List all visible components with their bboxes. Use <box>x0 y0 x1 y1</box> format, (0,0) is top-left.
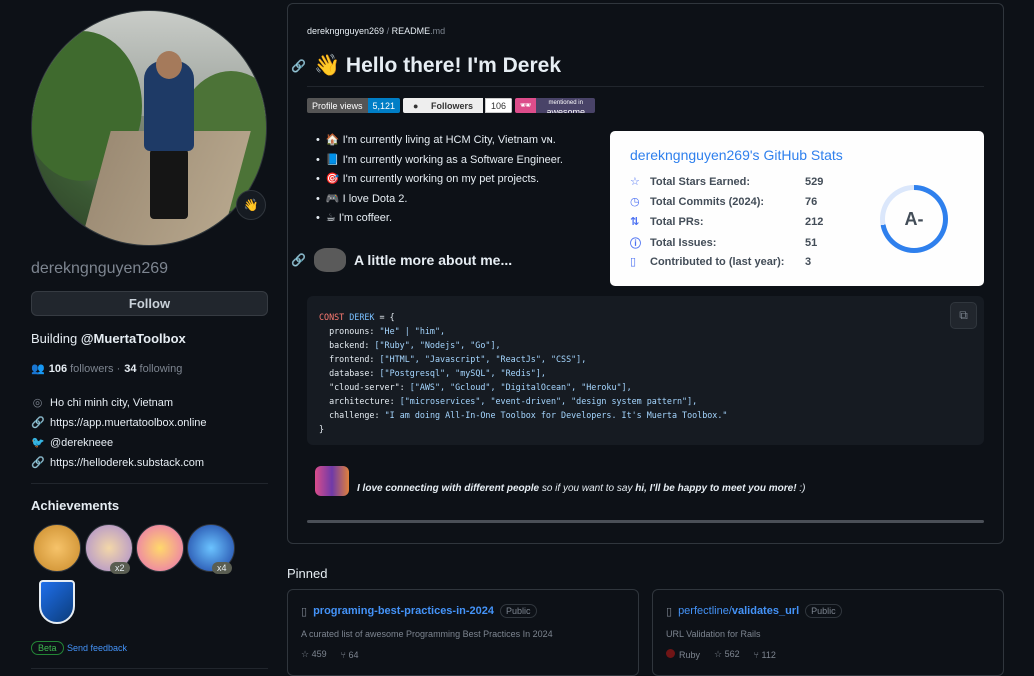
star-icon: ☆ <box>301 649 312 659</box>
send-feedback-link[interactable]: Send feedback <box>67 643 127 653</box>
heading-rule <box>307 86 984 87</box>
divider <box>31 668 268 669</box>
awesome-shield[interactable]: 🕶 mentioned in awesome <box>515 98 595 113</box>
stat-row: ▯ Contributed to (last year): 3 <box>630 255 812 269</box>
code-block: CONST DEREK = { pronouns: "He" | "him", … <box>307 296 984 445</box>
breadcrumb-owner[interactable]: derekngnguyen269 <box>307 26 384 36</box>
repo-link[interactable]: programing-best-practices-in-2024 <box>313 605 494 617</box>
blog-link[interactable]: 🔗 https://helloderek.substack.com <box>31 456 204 470</box>
visibility-badge: Public <box>500 604 537 618</box>
fork-icon: ⑂ <box>340 649 349 660</box>
horizontal-scrollbar[interactable] <box>307 520 984 523</box>
glasses-icon: 🕶 <box>515 98 537 113</box>
divider <box>31 483 268 484</box>
fork-icon: ⑂ <box>753 649 762 660</box>
pinned-title: Pinned <box>287 566 328 581</box>
following-link[interactable]: 34 following <box>124 363 182 375</box>
link-icon: 🔗 <box>31 417 45 429</box>
location-icon: ◎ <box>32 397 43 409</box>
achievement-count: x2 <box>110 562 130 574</box>
star-icon: ☆ <box>630 176 640 188</box>
pinned-repo-card: ▯ programing-best-practices-in-2024 Public… <box>287 589 639 676</box>
readme-heading: 🔗 👋 Hello there! I'm Derek <box>291 54 562 77</box>
achievement-cowboy[interactable] <box>33 524 81 572</box>
breadcrumb: derekngnguyen269 / README.md <box>307 26 446 36</box>
github-stats-card: derekngnguyen269's GitHub Stats ☆ Total S… <box>610 131 984 286</box>
more-heading: 🔗 A little more about me... <box>291 248 512 272</box>
achievement-yolo[interactable] <box>136 524 184 572</box>
copy-icon[interactable]: ⧉ <box>950 302 977 329</box>
avatar[interactable] <box>31 10 267 246</box>
stat-row: ◷ Total Commits (2024): 76 <box>630 195 818 209</box>
anchor-link-icon[interactable]: 🔗 <box>291 253 306 267</box>
stars-link[interactable]: ☆ 562 <box>714 649 740 660</box>
star-icon: ☆ <box>714 649 725 659</box>
issue-icon: ⓘ <box>630 238 641 250</box>
language-color-dot <box>666 649 675 658</box>
clock-icon: ◷ <box>630 196 640 208</box>
people-gif <box>315 466 349 496</box>
follow-counts: 👥 106 followers · 34 following <box>31 362 182 376</box>
profile-page: 👋 derekngnguyen269 Follow Building @Muer… <box>0 0 1034 676</box>
follow-button[interactable]: Follow <box>31 291 268 316</box>
achievement-count: x4 <box>212 562 232 574</box>
location: ◎ Ho chi minh city, Vietnam <box>32 396 174 410</box>
forks-link[interactable]: ⑂ 112 <box>754 650 776 660</box>
stat-row: ⇅ Total PRs: 212 <box>630 215 824 229</box>
list-item: ☕ I'm coffeer. <box>316 209 563 229</box>
twitter-link[interactable]: 🐦 @derekneee <box>31 436 113 450</box>
github-icon: ● <box>413 100 421 111</box>
achievement-shield-badge[interactable] <box>39 580 75 624</box>
intro-list: 🏠 I'm currently living at HCM City, Viet… <box>316 131 563 229</box>
shields-row: Profile views 5,121 ● Followers 106 🕶 menti… <box>307 98 595 113</box>
list-item: 🎮 I love Dota 2. <box>316 190 563 210</box>
website-link[interactable]: 🔗 https://app.muertatoolbox.online <box>31 416 207 430</box>
anchor-link-icon[interactable]: 🔗 <box>291 59 306 73</box>
language: Ruby <box>666 649 700 660</box>
pull-request-icon: ⇅ <box>630 216 640 228</box>
repo-description: A curated list of awesome Programming Be… <box>301 629 553 639</box>
repo-icon: ▯ <box>666 605 673 618</box>
bio-org-link[interactable]: @MuertaToolbox <box>81 331 186 346</box>
profile-views-shield[interactable]: Profile views 5,121 <box>307 98 401 113</box>
stats-title: derekngnguyen269's GitHub Stats <box>630 147 843 163</box>
repo-icon: ▯ <box>301 605 308 618</box>
stat-row: ☆ Total Stars Earned: 529 <box>630 175 824 189</box>
people-icon: 👥 <box>31 363 45 375</box>
list-item: 📘 I'm currently working as a Software En… <box>316 151 563 171</box>
achievements-title: Achievements <box>31 498 120 513</box>
grade-label: A- <box>885 190 943 248</box>
closing-note: I love connecting with different people … <box>315 466 805 496</box>
repo-link[interactable]: perfectline/validates_url <box>678 605 799 617</box>
grade-ring: A- <box>880 185 948 253</box>
forks-link[interactable]: ⑂ 64 <box>341 650 359 660</box>
pinned-repo-card: ▯ perfectline/validates_url Public URL Val… <box>652 589 1004 676</box>
repo-icon: ▯ <box>630 256 637 268</box>
twitter-icon: 🐦 <box>31 437 45 449</box>
breadcrumb-file[interactable]: README <box>392 26 431 36</box>
beta-badge: Beta <box>31 641 64 655</box>
animated-gif <box>313 248 346 272</box>
followers-shield[interactable]: ● Followers 106 <box>403 98 513 113</box>
visibility-badge: Public <box>805 604 842 618</box>
username: derekngnguyen269 <box>31 260 169 277</box>
stat-row: ⓘ Total Issues: 51 <box>630 237 818 250</box>
list-item: 🎯 I'm currently working on my pet projec… <box>316 170 563 190</box>
repo-description: URL Validation for Rails <box>666 629 761 639</box>
stars-link[interactable]: ☆ 459 <box>301 649 327 660</box>
status-emoji[interactable]: 👋 <box>236 190 266 220</box>
followers-link[interactable]: 106 followers · <box>49 363 121 375</box>
link-icon: 🔗 <box>31 457 45 469</box>
bio: Building @MuertaToolbox <box>31 331 186 346</box>
list-item: 🏠 I'm currently living at HCM City, Viet… <box>316 131 563 151</box>
